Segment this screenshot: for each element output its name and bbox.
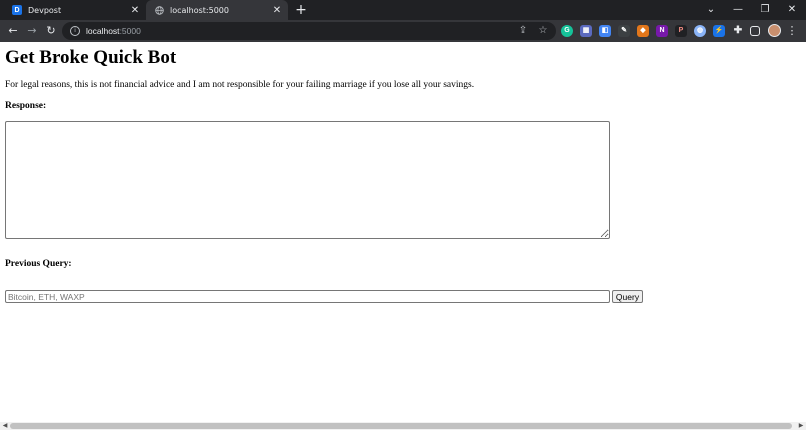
query-button[interactable]: Query [612,290,643,303]
previous-query-label: Previous Query: [5,259,72,269]
bookmark-star-icon[interactable]: ☆ [537,25,549,37]
devpost-favicon: D [12,5,22,15]
back-icon[interactable]: ← [5,23,21,39]
tab-strip: D Devpost ✕ localhost:5000 ✕ + ⌄ — ❐ ✕ [0,0,806,20]
tab-title: Devpost [28,5,62,15]
new-tab-button[interactable]: + [293,2,309,18]
tab-search-icon[interactable]: ⌄ [697,0,725,20]
metamask-extension-icon[interactable]: ◆ [637,25,649,37]
extensions-puzzle-icon[interactable]: ✚ [732,25,744,37]
response-textarea[interactable] [5,121,610,239]
extension-3-icon[interactable]: ◧ [599,25,611,37]
query-input[interactable] [5,290,610,303]
extension-2-icon[interactable]: ▦ [580,25,592,37]
minimize-icon[interactable]: — [724,0,752,20]
close-tab-icon[interactable]: ✕ [270,5,284,16]
close-tab-icon[interactable]: ✕ [128,5,142,16]
extension-4-icon[interactable]: ✎ [618,25,630,37]
extension-9-icon[interactable]: ⚡ [713,25,725,37]
site-info-icon[interactable]: i [70,26,80,36]
url-port: :5000 [119,26,141,36]
extension-7-icon[interactable]: P [675,25,687,37]
scrollbar-thumb[interactable] [10,423,792,429]
globe-icon [154,5,164,15]
page-content: Get Broke Quick Bot For legal reasons, t… [0,42,806,422]
grammarly-extension-icon[interactable]: G [561,25,573,37]
disclaimer-text: For legal reasons, this is not financial… [5,80,475,90]
close-window-icon[interactable]: ✕ [778,0,806,20]
url-host: localhost [86,26,120,36]
onenote-extension-icon[interactable]: N [656,25,668,37]
restore-icon[interactable]: ❐ [751,0,779,20]
profile-avatar[interactable] [768,24,781,37]
tab-title: localhost:5000 [170,5,229,15]
scroll-right-icon[interactable]: ▶ [797,422,805,430]
side-panel-icon[interactable] [750,26,760,36]
url-text: localhost:5000 [86,26,141,36]
forward-icon[interactable]: → [24,23,40,39]
horizontal-scrollbar[interactable]: ◀ ▶ [0,422,806,430]
scroll-left-icon[interactable]: ◀ [1,422,9,430]
response-label: Response: [5,101,47,111]
tab-localhost[interactable]: localhost:5000 ✕ [146,0,288,20]
address-bar[interactable]: i localhost:5000 ⇪ ☆ [62,22,556,40]
browser-toolbar: ← → ↻ i localhost:5000 ⇪ ☆ G ▦ ◧ ✎ ◆ N P… [0,20,806,42]
reload-icon[interactable]: ↻ [43,23,59,39]
page-title: Get Broke Quick Bot [5,47,177,68]
extension-8-icon[interactable]: ◍ [694,25,706,37]
share-icon[interactable]: ⇪ [517,25,529,37]
browser-menu-icon[interactable]: ⋮ [786,23,798,39]
tab-devpost[interactable]: D Devpost ✕ [4,0,146,20]
